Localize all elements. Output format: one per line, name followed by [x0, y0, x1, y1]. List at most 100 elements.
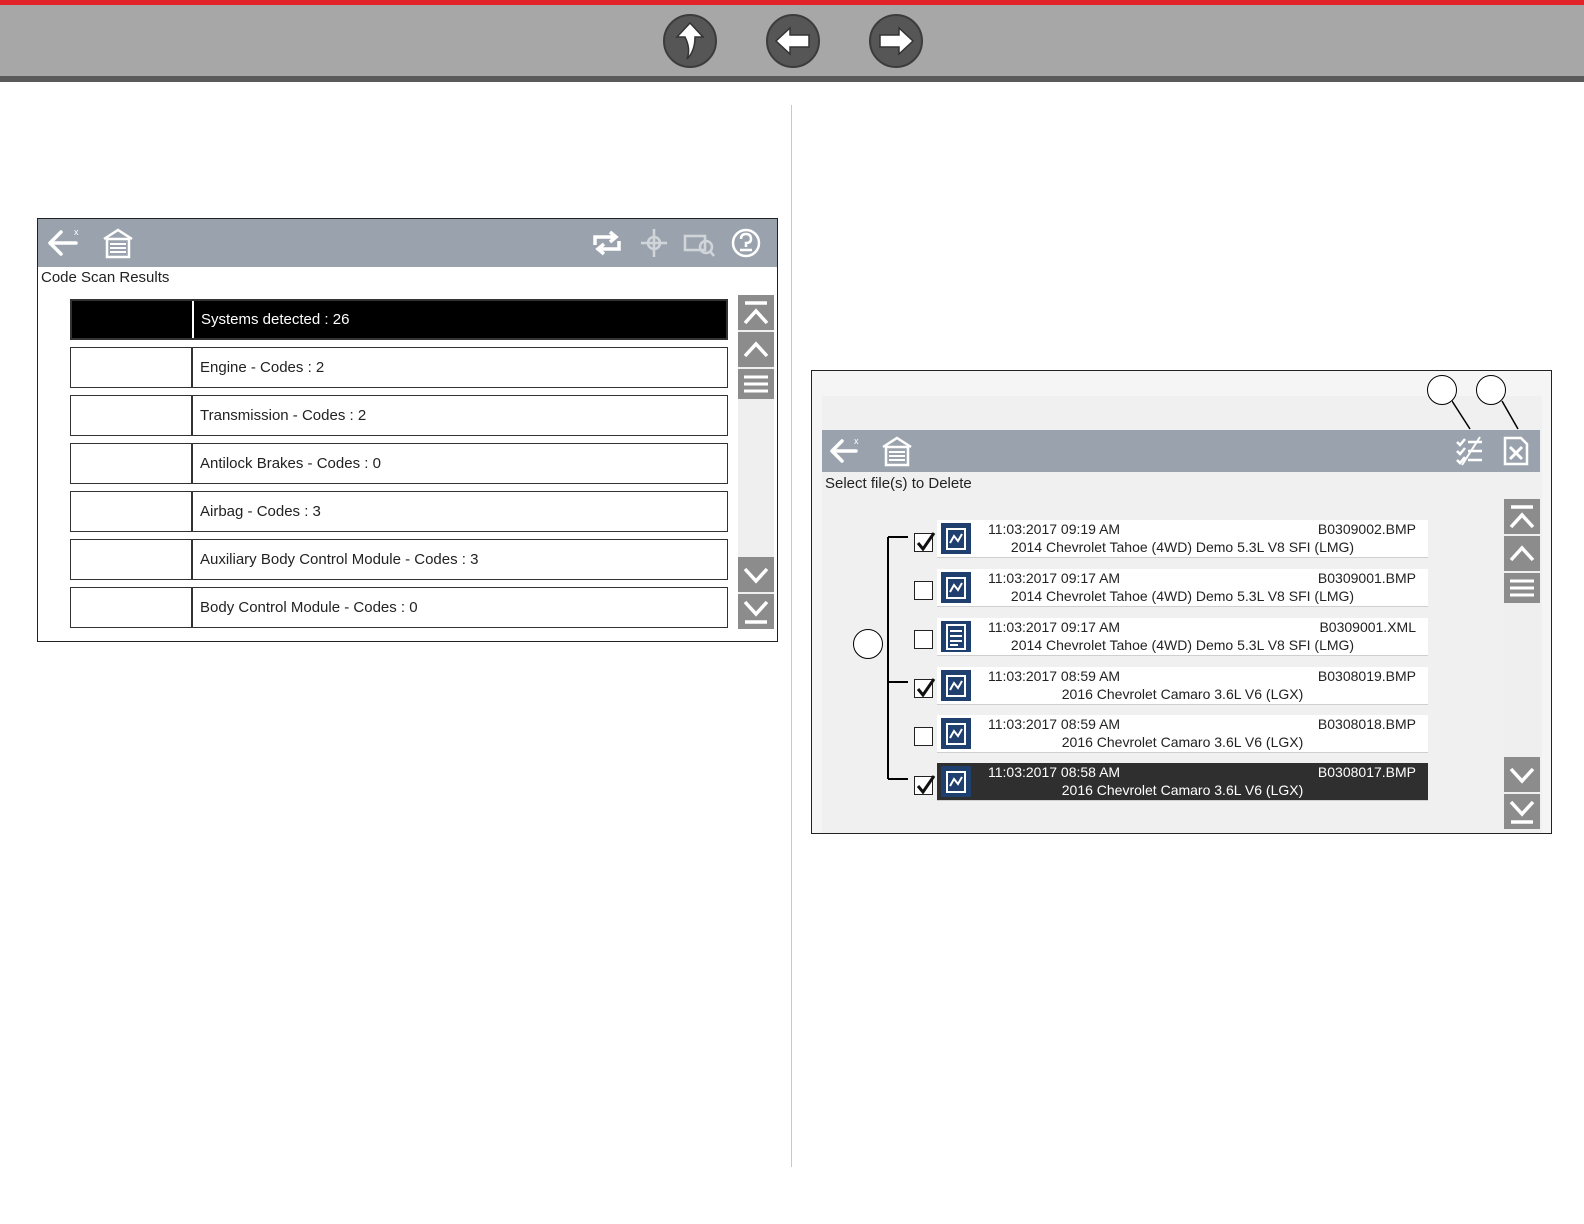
row-status-cell [71, 396, 193, 435]
row-status-cell [71, 492, 193, 531]
file-checkbox[interactable] [914, 630, 933, 649]
file-name: B0309001.BMP [1317, 570, 1416, 586]
row-label: Body Control Module - Codes : 0 [200, 599, 418, 616]
vehicle-system-icon [641, 229, 667, 257]
file-vehicle: 2016 Chevrolet Camaro 3.6L V6 (LGX) [1061, 734, 1304, 750]
chevron-up-icon [1509, 544, 1535, 561]
scroll-bottom-icon [1509, 800, 1535, 824]
select-all-button[interactable] [1452, 433, 1488, 469]
row-status-cell [71, 444, 193, 483]
list-item[interactable]: Transmission - Codes : 2 [70, 395, 728, 436]
home-icon [882, 436, 912, 467]
engine-search-button[interactable] [680, 225, 718, 261]
scroll-bottom-button[interactable] [738, 594, 774, 629]
checkmark-icon [916, 775, 936, 795]
back-button[interactable]: x [46, 225, 84, 261]
top-navigation-bar [0, 0, 1584, 82]
manual-page: x Code Scan Results Systems detected: 2… [0, 0, 1584, 1224]
help-icon [731, 228, 761, 258]
file-checkbox[interactable] [914, 532, 936, 552]
selection-bracket [887, 536, 908, 780]
vehicle-system-button[interactable] [635, 225, 673, 261]
file-list-item[interactable]: 11:03:2017 09:17 AM B0309001.BMP 2014 Ch… [937, 569, 1428, 607]
row-status-cell [71, 588, 193, 627]
up-button[interactable] [663, 14, 717, 68]
grip-icon [1510, 579, 1534, 597]
scroll-up-button[interactable] [738, 332, 774, 367]
engine-search-icon [683, 234, 715, 257]
file-list-item[interactable]: 11:03:2017 09:17 AM B0309001.XML 2014 Ch… [937, 618, 1428, 656]
callout-marker [853, 629, 883, 659]
list-item[interactable]: Auxiliary Body Control Module - Codes : … [70, 539, 728, 580]
select-files-to-delete-screen: x Select file(s) to Delete 11:03:2017 09… [811, 370, 1552, 834]
up-arrow-icon [675, 21, 705, 60]
next-page-button[interactable] [869, 14, 923, 68]
scroll-top-button[interactable] [738, 295, 774, 330]
file-date: 11:03:2017 09:17 AM [988, 570, 1121, 586]
scroll-top-button[interactable] [1504, 499, 1540, 534]
scroll-bottom-button[interactable] [1504, 794, 1540, 829]
back-arrow-icon [774, 26, 810, 56]
list-item[interactable]: Body Control Module - Codes : 0 [70, 587, 728, 628]
home-icon [103, 228, 133, 259]
forward-arrow-icon [879, 26, 915, 56]
delete-button[interactable] [1498, 433, 1534, 469]
scroll-down-button[interactable] [738, 557, 774, 592]
file-list-item[interactable]: 11:03:2017 08:59 AM B0308019.BMP 2016 Ch… [937, 667, 1428, 705]
file-date: 11:03:2017 08:59 AM [988, 716, 1121, 732]
scroll-top-icon [1509, 504, 1535, 528]
file-vehicle: 2014 Chevrolet Tahoe (4WD) Demo 5.3L V8 … [1010, 637, 1355, 653]
file-checkbox[interactable] [914, 581, 933, 600]
screen-title: Code Scan Results [41, 269, 170, 286]
row-label: Engine - Codes : 2 [200, 359, 325, 376]
list-item[interactable]: Airbag - Codes : 3 [70, 491, 728, 532]
row-label: Auxiliary Body Control Module - Codes : … [200, 551, 479, 568]
previous-page-button[interactable] [766, 14, 820, 68]
file-checkbox[interactable] [914, 727, 933, 746]
chevron-down-icon [1509, 767, 1535, 784]
select-all-icon [1456, 436, 1482, 466]
scrollbar[interactable] [738, 295, 774, 629]
row-status-cell [72, 301, 194, 338]
file-name: B0309001.XML [1319, 619, 1416, 635]
file-name: B0308017.BMP [1317, 764, 1416, 780]
list-item[interactable]: Antilock Brakes - Codes : 0 [70, 443, 728, 484]
home-button[interactable] [879, 433, 915, 469]
list-item[interactable]: Systems detected : 26 [70, 299, 728, 340]
refresh-button[interactable] [588, 225, 626, 261]
back-button[interactable]: x [828, 433, 864, 469]
file-vehicle: 2014 Chevrolet Tahoe (4WD) Demo 5.3L V8 … [1010, 539, 1355, 555]
grip-icon [744, 375, 768, 393]
row-label: Airbag - Codes : 3 [200, 503, 321, 520]
file-list-item-highlighted[interactable]: 11:03:2017 08:58 AM B0308017.BMP 2016 Ch… [937, 763, 1428, 801]
scroll-thumb[interactable] [1504, 573, 1540, 603]
screen-title: Select file(s) to Delete [825, 475, 972, 492]
file-list-item[interactable]: 11:03:2017 08:59 AM B0308018.BMP 2016 Ch… [937, 715, 1428, 753]
row-label: Transmission - Codes : 2 [200, 407, 367, 424]
row-status-cell [71, 348, 193, 387]
file-date: 11:03:2017 08:58 AM [988, 764, 1121, 780]
scroll-thumb[interactable] [738, 369, 774, 399]
row-label: Antilock Brakes - Codes : 0 [200, 455, 381, 472]
file-vehicle: 2016 Chevrolet Camaro 3.6L V6 (LGX) [1061, 686, 1304, 702]
scroll-up-button[interactable] [1504, 536, 1540, 571]
file-checkbox[interactable] [914, 678, 936, 698]
file-vehicle: 2016 Chevrolet Camaro 3.6L V6 (LGX) [1061, 782, 1304, 798]
home-button[interactable] [99, 225, 137, 261]
scroll-down-button[interactable] [1504, 757, 1540, 792]
file-date: 11:03:2017 09:17 AM [988, 619, 1121, 635]
row-label: Systems detected : 26 [194, 301, 726, 338]
file-checkbox[interactable] [914, 775, 936, 795]
file-name: B0309002.BMP [1317, 521, 1416, 537]
help-button[interactable] [727, 225, 765, 261]
code-scan-results-screen: x Code Scan Results Systems detected: 2… [37, 218, 778, 642]
file-vehicle: 2014 Chevrolet Tahoe (4WD) Demo 5.3L V8 … [1010, 588, 1355, 604]
screen-toolbar: x [822, 430, 1540, 472]
delete-icon [1503, 436, 1529, 466]
scrollbar[interactable] [1504, 499, 1540, 829]
list-item[interactable]: Engine - Codes : 2 [70, 347, 728, 388]
file-name: B0308019.BMP [1317, 668, 1416, 684]
back-icon: x [830, 436, 859, 463]
checkmark-icon [916, 532, 936, 552]
file-list-item[interactable]: 11:03:2017 09:19 AM B0309002.BMP 2014 Ch… [937, 520, 1428, 558]
